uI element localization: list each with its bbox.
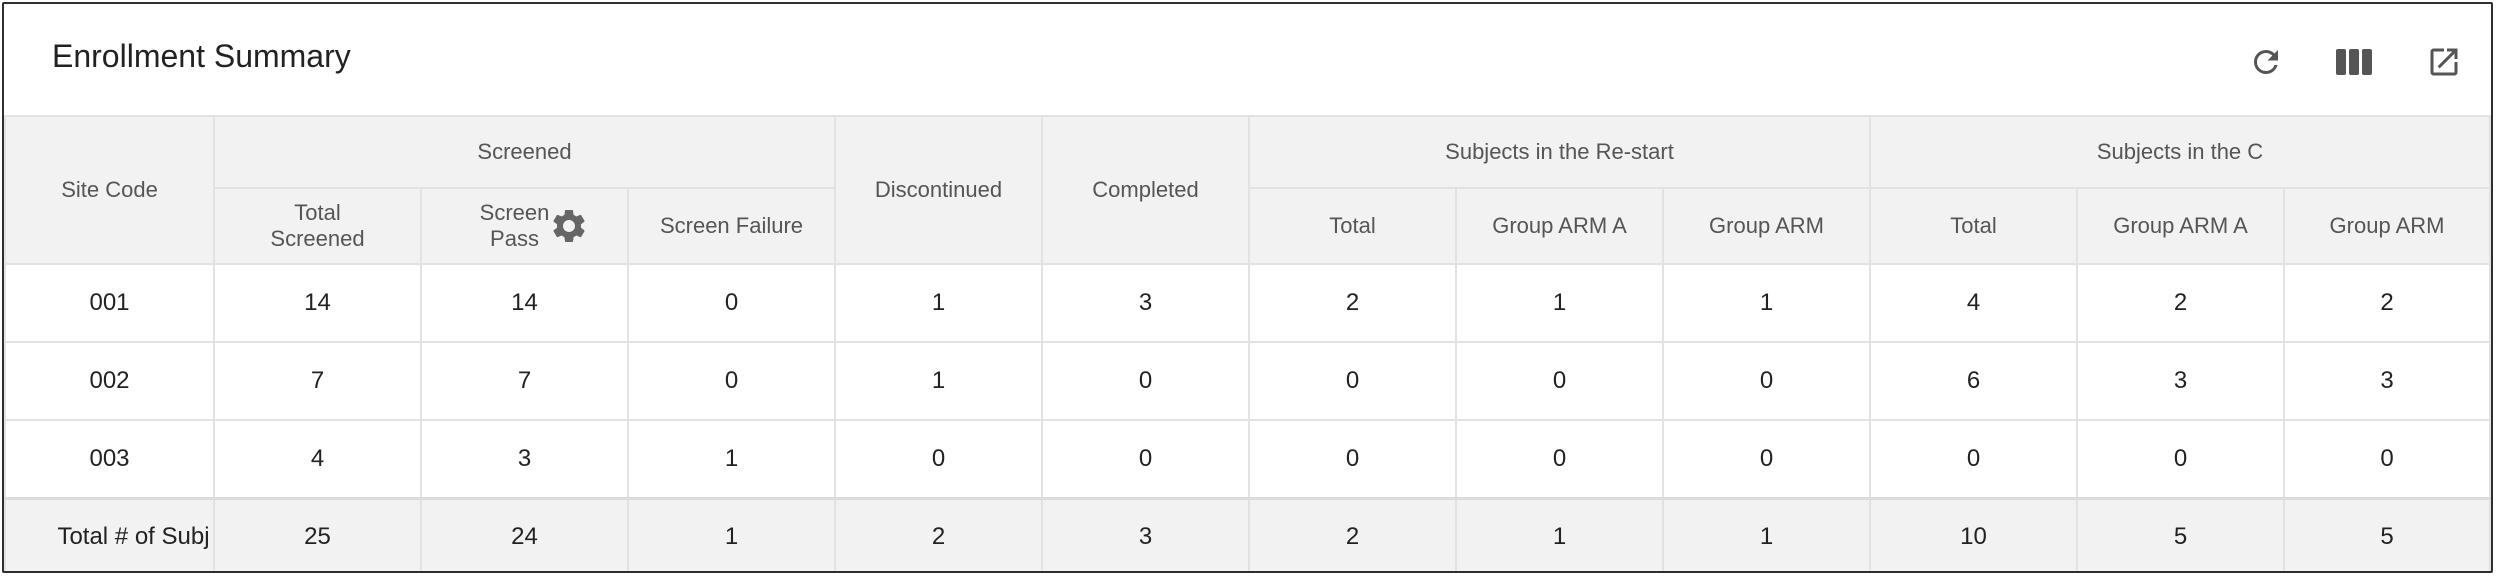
cell-completed: 0 (1041, 341, 1250, 421)
panel-title: Enrollment Summary (52, 38, 351, 74)
header-completed[interactable]: Completed (1041, 115, 1250, 265)
cell-c-total: 6 (1869, 341, 2078, 421)
cell-c-total: 4 (1869, 263, 2078, 343)
header-site-code[interactable]: Site Code (4, 115, 215, 265)
total-restart-arm-a: 1 (1455, 496, 1664, 571)
cell-total-screened: 7 (213, 341, 422, 421)
cell-screen-failure: 0 (627, 263, 836, 343)
header-restart-arm[interactable]: Group ARM (1662, 187, 1871, 265)
cell-c-arm-a: 2 (2076, 263, 2285, 343)
header-c-total[interactable]: Total (1869, 187, 2078, 265)
cell-screen-pass: 3 (420, 419, 629, 499)
header-c-arm[interactable]: Group ARM (2282, 187, 2491, 265)
open-external-button[interactable] (2422, 40, 2466, 84)
cell-restart-total: 0 (1248, 419, 1457, 499)
table-row[interactable]: 001 14 14 0 1 3 2 1 1 4 2 2 (4, 263, 2491, 343)
cell-c-arm-a: 3 (2076, 341, 2285, 421)
cell-restart-arm-a: 0 (1455, 419, 1664, 499)
cell-site-code: 001 (4, 263, 215, 343)
total-c-total: 10 (1869, 496, 2078, 571)
settings-gear-button[interactable] (549, 206, 589, 246)
total-discontinued: 2 (834, 496, 1043, 571)
cell-total-screened: 14 (213, 263, 422, 343)
cell-restart-arm-a: 1 (1455, 263, 1664, 343)
cell-discontinued: 0 (834, 419, 1043, 499)
header-c-group: Subjects in the C (1868, 115, 2491, 189)
enrollment-table: Site Code Screened Discontinued Complete… (4, 115, 2491, 571)
cell-c-total: 0 (1869, 419, 2078, 499)
header-total-screened[interactable]: Total Screened (213, 187, 422, 265)
total-row-label: Total # of Subj (4, 496, 215, 571)
header-screen-failure[interactable]: Screen Failure (627, 187, 836, 265)
columns-button[interactable] (2332, 40, 2376, 84)
cell-site-code: 002 (4, 341, 215, 421)
gear-icon (553, 210, 585, 242)
cell-c-arm-a: 0 (2076, 419, 2285, 499)
cell-restart-arm: 0 (1662, 419, 1871, 499)
cell-screen-failure: 0 (627, 341, 836, 421)
cell-restart-total: 0 (1248, 341, 1457, 421)
total-total-screened: 25 (213, 496, 422, 571)
total-completed: 3 (1041, 496, 1250, 571)
total-screen-failure: 1 (627, 496, 836, 571)
total-restart-total: 2 (1248, 496, 1457, 571)
refresh-icon (2253, 49, 2278, 74)
header-screen-pass-label: Screen Pass (479, 200, 550, 251)
table-row[interactable]: 003 4 3 1 0 0 0 0 0 0 0 0 (4, 419, 2491, 499)
cell-restart-total: 2 (1248, 263, 1457, 343)
total-screen-pass: 24 (420, 496, 629, 571)
total-c-arm-a: 5 (2076, 496, 2285, 571)
cell-c-arm: 2 (2282, 263, 2491, 343)
refresh-button[interactable] (2244, 40, 2288, 84)
header-screened-group: Screened (213, 115, 836, 189)
header-screen-pass[interactable]: Screen Pass (420, 187, 629, 265)
open-external-icon (2430, 48, 2458, 76)
cell-completed: 0 (1041, 419, 1250, 499)
header-total-screened-label: Total Screened (270, 200, 365, 251)
cell-c-arm: 3 (2282, 341, 2491, 421)
cell-screen-pass: 14 (420, 263, 629, 343)
header-restart-group: Subjects in the Re-start (1248, 115, 1871, 189)
total-c-arm: 5 (2282, 496, 2491, 571)
header-discontinued[interactable]: Discontinued (834, 115, 1043, 265)
cell-total-screened: 4 (213, 419, 422, 499)
enrollment-summary-panel: Enrollment Summary Site Code Screened Di… (2, 2, 2493, 573)
cell-discontinued: 1 (834, 263, 1043, 343)
cell-c-arm: 0 (2282, 419, 2491, 499)
cell-screen-failure: 1 (627, 419, 836, 499)
columns-icon (2336, 49, 2372, 75)
header-restart-total[interactable]: Total (1248, 187, 1457, 265)
cell-completed: 3 (1041, 263, 1250, 343)
cell-site-code: 003 (4, 419, 215, 499)
total-row: Total # of Subj 25 24 1 2 3 2 1 1 10 5 5 (4, 496, 2491, 571)
header-c-arm-a[interactable]: Group ARM A (2076, 187, 2285, 265)
header-restart-arm-a[interactable]: Group ARM A (1455, 187, 1664, 265)
table-row[interactable]: 002 7 7 0 1 0 0 0 0 6 3 3 (4, 341, 2491, 421)
cell-restart-arm: 0 (1662, 341, 1871, 421)
cell-screen-pass: 7 (420, 341, 629, 421)
cell-restart-arm: 1 (1662, 263, 1871, 343)
total-restart-arm: 1 (1662, 496, 1871, 571)
panel-header: Enrollment Summary (4, 4, 2491, 115)
cell-discontinued: 1 (834, 341, 1043, 421)
cell-restart-arm-a: 0 (1455, 341, 1664, 421)
